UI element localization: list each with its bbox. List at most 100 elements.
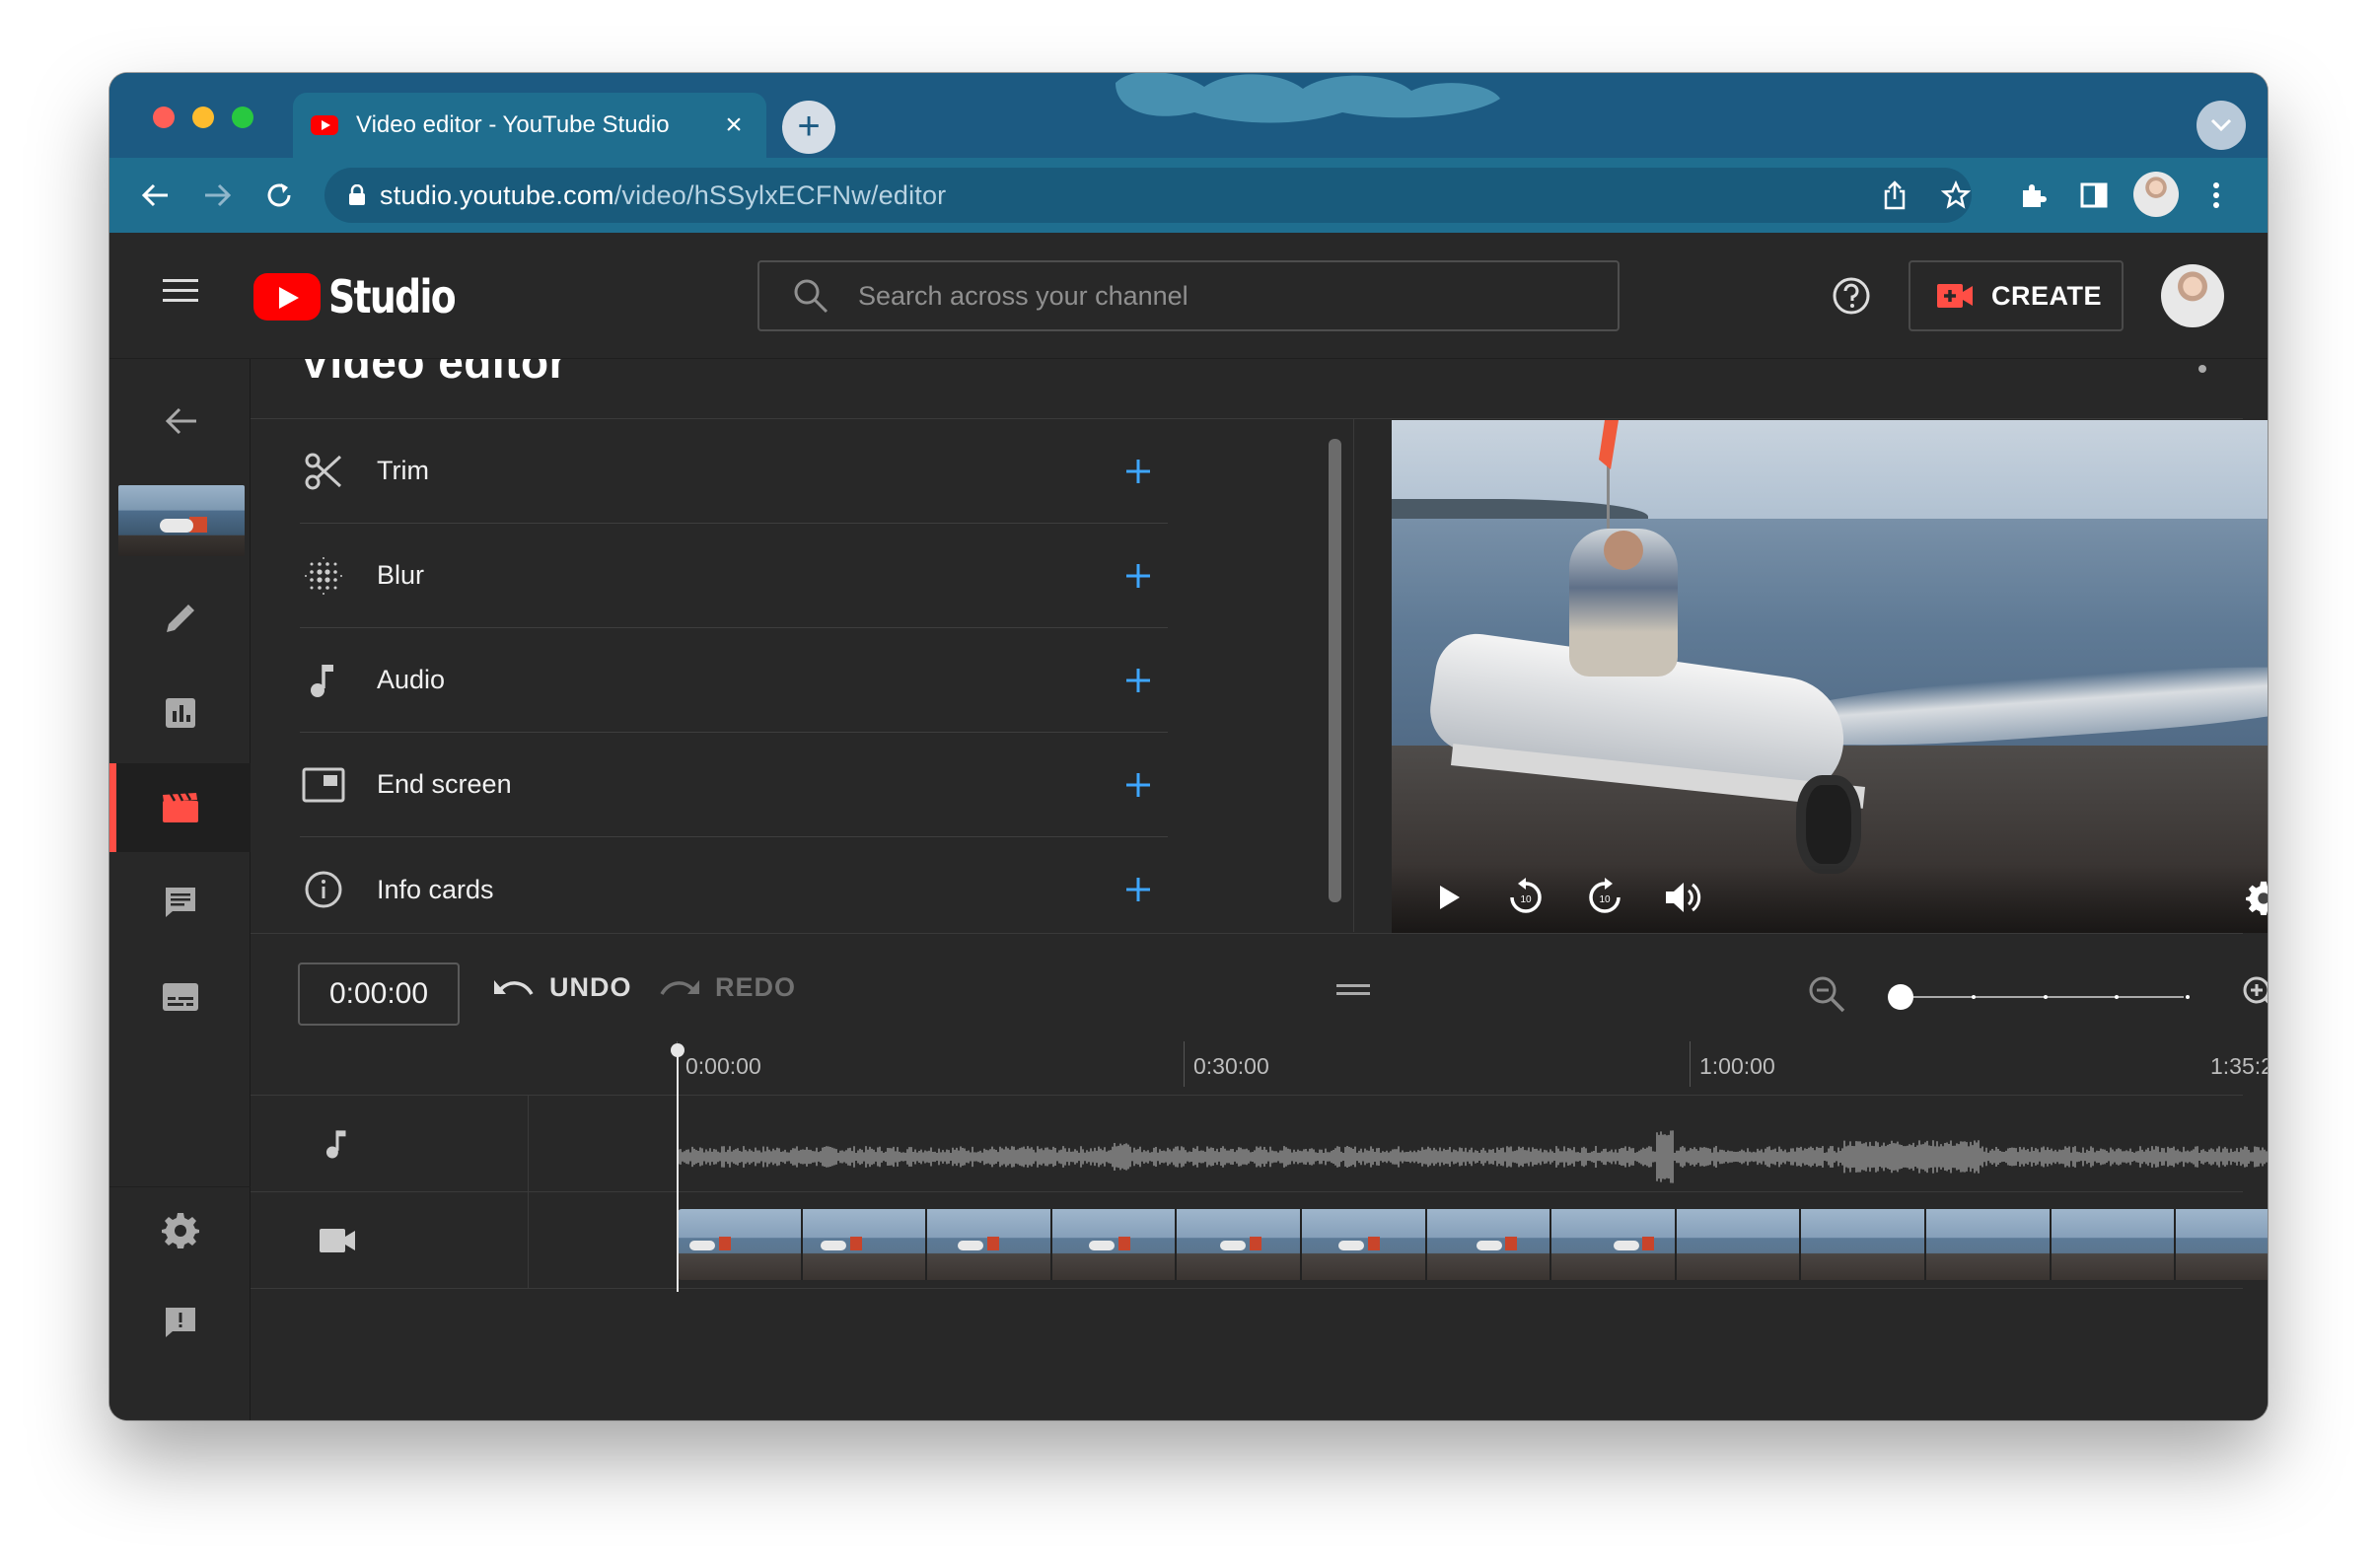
video-thumbnail[interactable]: [118, 485, 245, 556]
tool-trim[interactable]: Trim: [300, 419, 1168, 524]
forward-10-button[interactable]: 10: [1583, 876, 1626, 919]
add-trim-button[interactable]: [1115, 448, 1162, 495]
hamburger-icon: [163, 279, 198, 302]
window-minimize-button[interactable]: [192, 107, 214, 128]
search-box[interactable]: [757, 260, 1620, 331]
extensions-button[interactable]: [2013, 176, 2053, 215]
window-zoom-button[interactable]: [232, 107, 253, 128]
timeline-playhead[interactable]: [671, 1043, 684, 1292]
nav-settings[interactable]: [109, 1185, 251, 1274]
resize-handle[interactable]: [1336, 982, 1370, 1003]
video-filmstrip[interactable]: [678, 1209, 2268, 1280]
tab-search-button[interactable]: [2197, 101, 2246, 150]
puzzle-icon: [2023, 184, 2047, 207]
tool-label: Audio: [377, 665, 446, 694]
browser-menu-button[interactable]: [2197, 176, 2236, 215]
nav-subtitles[interactable]: [109, 953, 251, 1041]
address-bar[interactable]: studio.youtube.com/video/hSSylxECFNw/edi…: [324, 168, 1972, 223]
zoom-slider-thumb[interactable]: [1888, 984, 1913, 1010]
bookmark-button[interactable]: [1936, 176, 1976, 215]
divider: [251, 933, 2243, 934]
preview-wheel: [1796, 775, 1861, 874]
window-close-button[interactable]: [153, 107, 175, 128]
frame-boat: [1613, 1241, 1639, 1250]
tool-info-cards[interactable]: Info cards: [300, 837, 1168, 932]
play-button[interactable]: [1427, 876, 1471, 919]
divider: [251, 1288, 2243, 1289]
zoom-slider-step: [2044, 995, 2048, 999]
browser-profile-avatar[interactable]: [2133, 172, 2179, 217]
menu-button[interactable]: [161, 276, 200, 311]
create-button[interactable]: CREATE: [1909, 260, 2124, 331]
tool-end-screen[interactable]: End screen: [300, 733, 1168, 837]
frame-trailer: [1118, 1237, 1131, 1250]
rewind-10-button[interactable]: 10: [1504, 876, 1548, 919]
tool-label: End screen: [377, 769, 512, 799]
account-avatar[interactable]: [2161, 264, 2224, 327]
track-header-divider: [528, 1095, 529, 1288]
music-note-icon: [300, 657, 347, 704]
zoom-in-button[interactable]: [2241, 974, 2268, 1019]
new-tab-button[interactable]: +: [782, 101, 835, 154]
video-preview[interactable]: 10 10: [1392, 420, 2268, 933]
add-audio-button[interactable]: [1115, 657, 1162, 704]
chevron-down-icon: [2210, 118, 2232, 132]
volume-button[interactable]: [1662, 876, 1705, 919]
tools-scrollbar[interactable]: [1329, 439, 1341, 902]
editor-tools-list: Trim Blur Audio End screen Info cards: [251, 419, 1242, 932]
side-panel-icon: [2080, 182, 2108, 208]
tool-blur[interactable]: Blur: [300, 524, 1168, 628]
frame-boat: [1089, 1241, 1116, 1250]
back-button[interactable]: [135, 176, 175, 215]
share-button[interactable]: [1875, 176, 1914, 215]
tool-audio[interactable]: Audio: [300, 628, 1168, 733]
filmstrip-frame: [1051, 1209, 1178, 1280]
player-controls: 10 10: [1392, 864, 2268, 933]
tool-label: Blur: [377, 560, 425, 590]
frame-trailer: [1368, 1237, 1381, 1250]
nav-editor[interactable]: [109, 763, 251, 852]
side-panel-button[interactable]: [2074, 176, 2114, 215]
logo-text: Studio: [328, 270, 457, 323]
redo-button[interactable]: REDO: [658, 972, 796, 1003]
nav-feedback[interactable]: [109, 1278, 251, 1367]
zoom-slider-step: [2186, 995, 2190, 999]
timeline-ruler[interactable]: 0:00:00 0:30:00 1:00:00 1:35:25: [251, 1039, 2268, 1087]
nav-details[interactable]: [109, 574, 251, 663]
back-to-content-button[interactable]: [109, 377, 251, 465]
browser-tab[interactable]: Video editor - YouTube Studio ×: [293, 93, 766, 158]
zoom-out-button[interactable]: [1807, 974, 1846, 1019]
zoom-slider-step: [1972, 995, 1976, 999]
frame-trailer: [1642, 1237, 1655, 1250]
undo-button[interactable]: UNDO: [492, 972, 632, 1003]
more-options-icon[interactable]: [2198, 365, 2206, 373]
help-button[interactable]: [1832, 276, 1871, 321]
zoom-slider-track[interactable]: [1898, 996, 2184, 998]
url-text: studio.youtube.com/video/hSSylxECFNw/edi…: [380, 180, 946, 211]
url-host: studio.youtube.com: [380, 179, 614, 210]
search-input[interactable]: [858, 280, 1608, 312]
waveform-path: [679, 1130, 2268, 1183]
add-info-cards-button[interactable]: [1115, 866, 1162, 913]
tab-close-icon[interactable]: ×: [719, 108, 749, 142]
studio-logo[interactable]: Studio: [253, 270, 482, 323]
back-arrow-icon: [165, 407, 196, 435]
frame-boat: [1338, 1241, 1365, 1250]
forward-button[interactable]: [198, 176, 238, 215]
add-blur-button[interactable]: [1115, 552, 1162, 600]
youtube-favicon-icon: [311, 115, 338, 135]
nav-comments[interactable]: [109, 858, 251, 947]
divider: [251, 1095, 2243, 1096]
blur-icon: [300, 552, 347, 600]
settings-gear-icon: [161, 1213, 199, 1248]
current-time-field[interactable]: 0:00:00: [298, 962, 460, 1026]
nav-analytics[interactable]: [109, 669, 251, 757]
player-settings-button[interactable]: [2242, 876, 2268, 919]
search-icon: [794, 279, 828, 314]
add-end-screen-button[interactable]: [1115, 761, 1162, 809]
audio-waveform[interactable]: [679, 1124, 2268, 1189]
end-screen-icon: [300, 761, 347, 809]
pencil-icon: [166, 605, 194, 632]
reload-button[interactable]: [259, 176, 299, 215]
tab-strip: Video editor - YouTube Studio × +: [109, 73, 2268, 158]
